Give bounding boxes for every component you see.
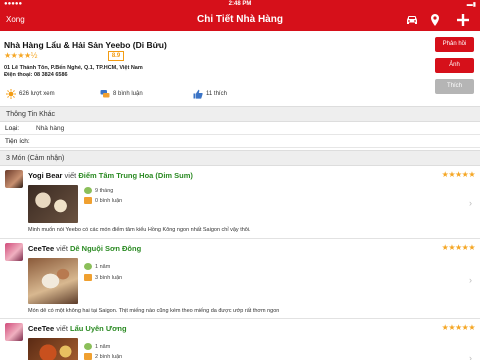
restaurant-address: 01 Lê Thánh Tôn, P.Bến Nghé, Q.1, TP.HCM… — [4, 65, 143, 71]
review-dish[interactable]: Lẩu Uyên Ương — [70, 324, 127, 333]
review-age: 1 năm — [84, 263, 110, 270]
review-button[interactable]: Phản hồi — [435, 37, 474, 52]
review-age-text: 1 năm — [95, 263, 111, 270]
clock-icon — [84, 263, 92, 270]
reviews-header: 3 Món (Cảm nhận) — [0, 150, 480, 166]
review-item[interactable]: Yogi Bear viết Điểm Tâm Trung Hoa (Dim S… — [0, 166, 480, 239]
review-comments-text: 0 bình luận — [95, 197, 123, 204]
review-age: 1 năm — [84, 343, 110, 350]
photo-button[interactable]: Ảnh — [435, 58, 474, 73]
review-stars: ★★★★★ — [441, 170, 476, 179]
review-verb: viết — [56, 244, 68, 253]
review-heading: CeeTee viết Lẩu Uyên Ương — [28, 324, 127, 333]
chevron-right-icon[interactable]: › — [469, 353, 472, 360]
chevron-right-icon[interactable]: › — [469, 275, 472, 285]
review-text: Minh muốn nói Yeebo có các món điểm tâm … — [28, 227, 251, 233]
clock-icon — [84, 343, 92, 350]
likes-stat[interactable]: 11 thích — [193, 89, 227, 99]
avatar — [5, 323, 23, 341]
like-button[interactable]: Thích — [435, 79, 474, 94]
review-comments[interactable]: 0 bình luận — [84, 197, 122, 204]
score-badge: 8.9 — [108, 51, 124, 61]
restaurant-info: Nhà Hàng Lẩu & Hải Sản Yeebo (Di Bửu) ★★… — [0, 31, 480, 106]
likes-count: 11 thích — [206, 91, 227, 97]
views-stat: 626 lượt xem — [6, 89, 55, 99]
review-item[interactable]: CeeTee viết Lẩu Uyên Ương ★★★★★ 1 năm 2 … — [0, 319, 480, 360]
thumbs-up-icon — [193, 89, 203, 99]
review-dish[interactable]: Dê Nguội Sơn Đông — [70, 244, 141, 253]
review-stars: ★★★★★ — [441, 243, 476, 252]
review-verb: viết — [56, 324, 68, 333]
other-info-header: Thông Tin Khác — [0, 106, 480, 122]
sun-icon — [6, 89, 16, 99]
comments-stat[interactable]: 8 bình luận — [100, 89, 143, 99]
nav-bar: Xong Chi Tiết Nhà Hàng — [0, 9, 480, 31]
review-dish[interactable]: Điểm Tâm Trung Hoa (Dim Sum) — [78, 171, 193, 180]
review-comments-text: 3 bình luận — [95, 274, 123, 281]
plus-icon[interactable] — [455, 12, 471, 28]
review-user[interactable]: Yogi Bear — [28, 171, 62, 180]
reviews-title: 3 Món (Cảm nhận) — [6, 155, 65, 162]
chevron-right-icon[interactable]: › — [469, 198, 472, 208]
car-icon[interactable] — [404, 12, 420, 28]
restaurant-phone[interactable]: Điện thoại: 08 3824 6586 — [4, 72, 68, 78]
views-count: 626 lượt xem — [19, 91, 55, 97]
other-info-title: Thông Tin Khác — [6, 111, 56, 118]
review-verb: viết — [64, 171, 77, 180]
review-age-text: 9 tháng — [95, 187, 114, 194]
battery-icon: ▬▮ — [466, 2, 476, 8]
review-heading: Yogi Bear viết Điểm Tâm Trung Hoa (Dim S… — [28, 171, 193, 180]
review-stars: ★★★★★ — [441, 323, 476, 332]
review-comments-text: 2 bình luận — [95, 353, 123, 360]
comment-icon — [84, 197, 92, 204]
status-bar: ●●●●● ︎ 2:48 PM ▬▮ — [0, 0, 480, 9]
status-time: 2:48 PM — [228, 1, 252, 7]
review-heading: CeeTee viết Dê Nguội Sơn Đông — [28, 244, 141, 253]
comments-icon — [100, 90, 110, 98]
review-age-text: 1 năm — [95, 343, 111, 350]
rating-stars: ★★★★½ — [4, 51, 37, 60]
review-photo[interactable] — [28, 185, 78, 223]
avatar — [5, 170, 23, 188]
type-value: Nhà hàng — [36, 125, 65, 132]
comment-icon — [84, 353, 92, 360]
restaurant-name: Nhà Hàng Lẩu & Hải Sản Yeebo (Di Bửu) — [4, 40, 167, 50]
clock-icon — [84, 187, 92, 194]
review-photo[interactable] — [28, 338, 78, 360]
detail-content[interactable]: Nhà Hàng Lẩu & Hải Sản Yeebo (Di Bửu) ★★… — [0, 31, 480, 360]
map-pin-icon[interactable] — [427, 12, 443, 28]
type-row: Loại: Nhà hàng — [0, 122, 480, 135]
review-comments[interactable]: 3 bình luận — [84, 274, 122, 281]
review-age: 9 tháng — [84, 187, 113, 194]
review-text: Món dê có một không hai tại Saigon. Thịt… — [28, 308, 280, 314]
review-comments[interactable]: 2 bình luận — [84, 353, 122, 360]
review-user[interactable]: CeeTee — [28, 324, 54, 333]
avatar — [5, 243, 23, 261]
type-label: Loại: — [5, 125, 20, 132]
review-item[interactable]: CeeTee viết Dê Nguội Sơn Đông ★★★★★ 1 nă… — [0, 239, 480, 319]
review-user[interactable]: CeeTee — [28, 244, 54, 253]
comment-icon — [84, 274, 92, 281]
amenity-label: Tiện ích: — [5, 138, 30, 145]
comments-count: 8 bình luận — [113, 91, 143, 97]
amenity-row: Tiện ích: — [0, 135, 480, 148]
review-photo[interactable] — [28, 258, 78, 304]
